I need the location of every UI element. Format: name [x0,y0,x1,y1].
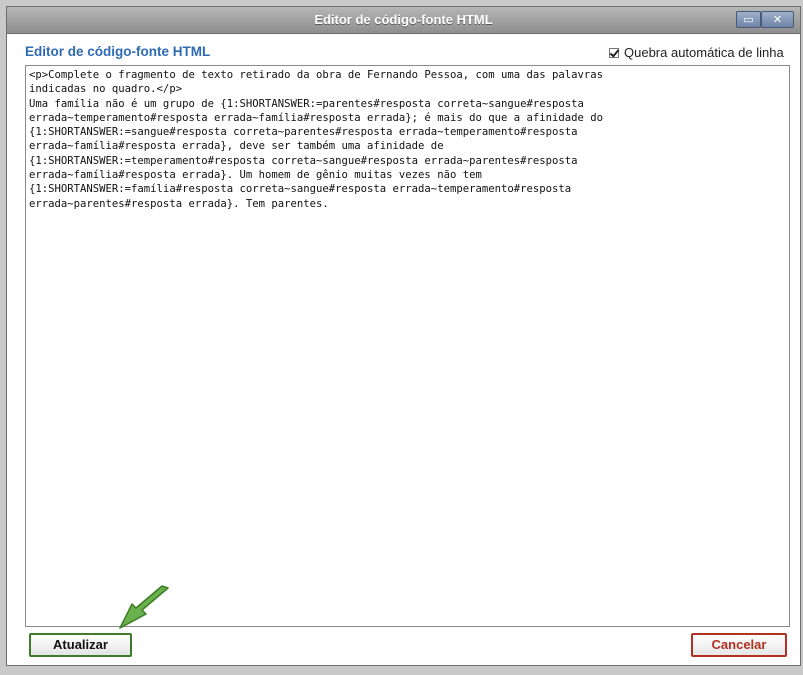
cancel-button[interactable]: Cancelar [691,633,787,657]
screen: Editor de código-fonte HTML ▭ ✕ Editor d… [0,0,803,675]
source-code-textarea[interactable]: <p>Complete o fragmento de texto retirad… [25,65,790,627]
word-wrap-checkbox[interactable] [609,47,619,58]
update-button[interactable]: Atualizar [29,633,132,657]
window-title: Editor de código-fonte HTML [314,12,493,27]
word-wrap-option[interactable]: Quebra automática de linha [609,45,784,60]
word-wrap-label: Quebra automática de linha [624,45,784,60]
html-source-editor-dialog: Editor de código-fonte HTML ▭ ✕ Editor d… [6,6,801,666]
close-button[interactable]: ✕ [761,11,794,28]
title-bar[interactable]: Editor de código-fonte HTML ▭ ✕ [7,7,800,34]
editor-heading: Editor de código-fonte HTML [25,44,211,59]
maximize-button[interactable]: ▭ [736,11,761,28]
green-arrow-icon [119,585,169,629]
